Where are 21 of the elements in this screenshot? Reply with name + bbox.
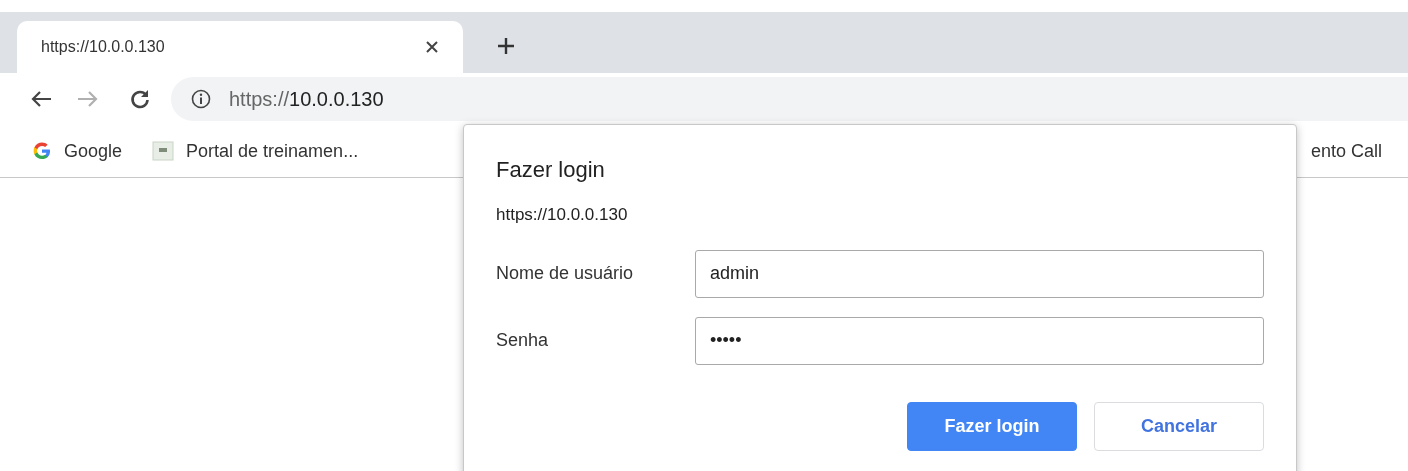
dialog-origin: https://10.0.0.130 bbox=[496, 204, 629, 226]
bookmark-item[interactable]: ento Call bbox=[1310, 137, 1382, 165]
bookmark-item[interactable]: Portal de treinamen... bbox=[152, 137, 359, 165]
login-button[interactable]: Fazer login bbox=[907, 401, 1077, 451]
url-text: https://10.0.0.130 bbox=[229, 87, 384, 112]
field-label: Senha bbox=[496, 329, 550, 352]
browser-tab[interactable]: https://10.0.0.130 bbox=[17, 21, 463, 73]
dialog-title: Fazer login bbox=[496, 156, 606, 184]
google-logo-icon bbox=[32, 141, 52, 161]
close-icon[interactable] bbox=[425, 40, 439, 54]
new-tab-icon[interactable] bbox=[497, 37, 515, 55]
input-field[interactable]: admin bbox=[694, 249, 1264, 298]
info-icon[interactable] bbox=[191, 89, 211, 109]
reload-icon[interactable] bbox=[129, 88, 151, 110]
address-bar[interactable]: https://10.0.0.130 bbox=[171, 77, 1408, 121]
field-label: Nome de usuário bbox=[496, 262, 635, 285]
cancel-button[interactable]: Cancelar bbox=[1094, 401, 1264, 451]
site-favicon-icon bbox=[152, 141, 175, 161]
back-arrow-icon[interactable] bbox=[30, 90, 52, 108]
input-field[interactable]: ••••• bbox=[694, 316, 1264, 365]
bookmark-item[interactable]: Google bbox=[32, 137, 123, 165]
